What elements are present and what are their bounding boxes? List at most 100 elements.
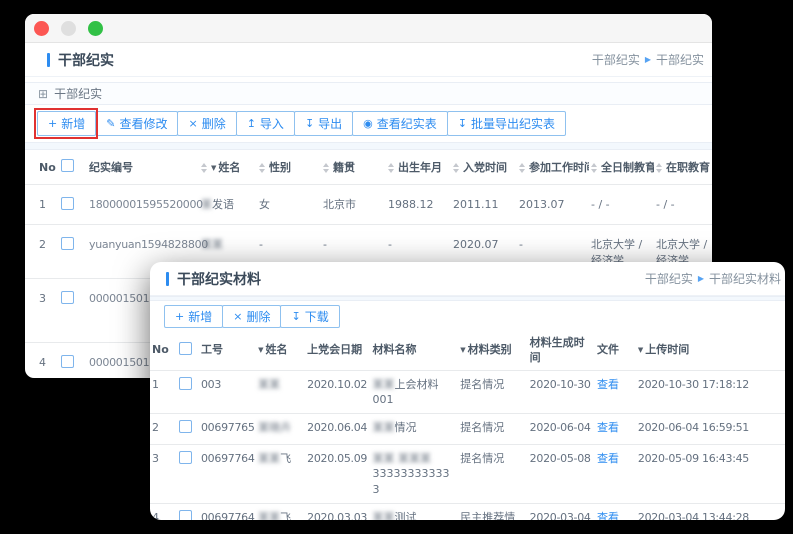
- delete-button[interactable]: × 删除: [222, 305, 281, 328]
- toolbar: + 新增 × 删除 ↧ 下载: [150, 301, 785, 332]
- name-cell: 某发语: [199, 185, 257, 225]
- filter-icon[interactable]: ▼: [460, 346, 465, 354]
- table-header-row: No 纪实编号 ▼姓名 性别 籍贯 出生年月 入党时间 参加工作时间 全日制教育…: [25, 150, 712, 185]
- column-header-onjob-education[interactable]: 在职教育: [654, 150, 712, 185]
- breadcrumb-item: 干部纪实: [656, 51, 704, 68]
- table-row: 1 003 某某 2020.10.02 某某上会材料001 提名情况 2020-…: [150, 370, 785, 414]
- sort-icon[interactable]: [388, 163, 394, 173]
- toolbar: + 新增 ✎ 查看修改 × 删除 ↥ 导入 ↧ 导出 ◉ 查看纪实表 ↧ 批量导…: [25, 105, 712, 142]
- page-title: 干部纪实材料: [166, 269, 261, 289]
- sort-icon[interactable]: [656, 163, 662, 173]
- add-button[interactable]: + 新增: [164, 305, 223, 328]
- breadcrumb: 干部纪实 ▶ 干部纪实: [592, 51, 704, 68]
- import-button[interactable]: ↥ 导入: [236, 111, 295, 136]
- eye-icon: ◉: [363, 118, 373, 129]
- column-header-no: No: [150, 332, 177, 370]
- close-button[interactable]: [34, 21, 49, 36]
- table-header-row: No 工号 ▼姓名 上党会日期 材料名称 ▼材料类别 材料生成时间 文件 ▼上传…: [150, 332, 785, 370]
- annotation-highlight-box: + 新增: [37, 111, 95, 136]
- close-icon: ×: [188, 118, 197, 129]
- row-checkbox[interactable]: [61, 355, 74, 368]
- material-name-cell: 某某 某某某333333333333: [370, 444, 458, 503]
- view-file-link[interactable]: 查看: [597, 452, 619, 465]
- chevron-right-icon: ▶: [645, 55, 651, 64]
- section-bar: ⊞ 干部纪实: [25, 82, 712, 105]
- column-header-party-join-date[interactable]: 入党时间: [451, 150, 517, 185]
- view-file-link[interactable]: 查看: [597, 378, 619, 391]
- view-record-table-button[interactable]: ◉ 查看纪实表: [352, 111, 448, 136]
- column-header-meeting-date: 上党会日期: [305, 332, 370, 370]
- column-header-material-name: 材料名称: [370, 332, 458, 370]
- row-checkbox[interactable]: [179, 420, 192, 433]
- row-checkbox[interactable]: [179, 451, 192, 464]
- filter-icon[interactable]: ▼: [638, 346, 643, 354]
- row-checkbox[interactable]: [61, 237, 74, 250]
- table-row: 4 00697764 某某飞 2020.03.03 某某测试 民主推荐情况 20…: [150, 504, 785, 520]
- upload-icon: ↥: [247, 118, 256, 129]
- filter-icon[interactable]: ▼: [258, 346, 263, 354]
- breadcrumb-item[interactable]: 干部纪实: [592, 51, 640, 68]
- column-header-name[interactable]: ▼姓名: [256, 332, 305, 370]
- page-header: 干部纪实 干部纪实 ▶ 干部纪实: [25, 43, 712, 77]
- divider: [25, 142, 712, 150]
- name-cell: 某某: [256, 370, 305, 414]
- column-header-fulltime-education[interactable]: 全日制教育: [589, 150, 654, 185]
- filter-icon[interactable]: ▼: [211, 164, 216, 172]
- download-icon: ↧: [458, 118, 467, 129]
- maximize-button[interactable]: [88, 21, 103, 36]
- minimize-button[interactable]: [61, 21, 76, 36]
- breadcrumb-item: 干部纪实材料: [709, 270, 781, 287]
- titlebar: [25, 14, 712, 43]
- material-name-cell: 某某测试: [370, 504, 458, 520]
- table-row: 2 00697765 某晓卉 2020.06.04 某某情况 提名情况 2020…: [150, 414, 785, 444]
- name-cell: 某晓卉: [256, 414, 305, 444]
- page-title: 干部纪实: [47, 50, 114, 70]
- plus-icon: +: [175, 311, 184, 322]
- export-button[interactable]: ↧ 导出: [294, 111, 353, 136]
- column-header-native-place[interactable]: 籍贯: [321, 150, 386, 185]
- column-header-work-start-date[interactable]: 参加工作时间: [517, 150, 589, 185]
- material-name-cell: 某某情况: [370, 414, 458, 444]
- column-header-no: No: [25, 150, 59, 185]
- plus-icon: +: [48, 118, 57, 129]
- column-header-select: [177, 332, 199, 370]
- page-header: 干部纪实材料 干部纪实 ▶ 干部纪实材料: [150, 262, 785, 296]
- view-file-link[interactable]: 查看: [597, 421, 619, 434]
- breadcrumb-item[interactable]: 干部纪实: [645, 270, 693, 287]
- table-grid-icon: ⊞: [38, 87, 48, 101]
- row-checkbox[interactable]: [61, 197, 74, 210]
- material-name-cell: 某某上会材料001: [370, 370, 458, 414]
- delete-button[interactable]: × 删除: [177, 111, 236, 136]
- sort-icon[interactable]: [201, 163, 207, 173]
- column-header-birth-date[interactable]: 出生年月: [386, 150, 451, 185]
- column-header-gender[interactable]: 性别: [257, 150, 321, 185]
- select-all-checkbox[interactable]: [179, 342, 192, 355]
- download-button[interactable]: ↧ 下载: [280, 305, 339, 328]
- edit-icon: ✎: [106, 118, 115, 129]
- sort-icon[interactable]: [323, 163, 329, 173]
- sort-icon[interactable]: [453, 163, 459, 173]
- column-header-generated-time: 材料生成时间: [528, 332, 595, 370]
- chevron-right-icon: ▶: [698, 274, 704, 283]
- row-checkbox[interactable]: [61, 291, 74, 304]
- name-cell: 某某飞: [256, 444, 305, 503]
- material-table: No 工号 ▼姓名 上党会日期 材料名称 ▼材料类别 材料生成时间 文件 ▼上传…: [150, 332, 785, 520]
- select-all-checkbox[interactable]: [61, 159, 74, 172]
- title-accent-bar: [47, 53, 50, 67]
- table-row: 3 00697764 某某飞 2020.05.09 某某 某某某33333333…: [150, 444, 785, 503]
- sort-icon[interactable]: [259, 163, 265, 173]
- batch-export-record-table-button[interactable]: ↧ 批量导出纪实表: [447, 111, 566, 136]
- column-header-employee-id: 工号: [199, 332, 256, 370]
- sort-icon[interactable]: [519, 163, 525, 173]
- view-edit-button[interactable]: ✎ 查看修改: [95, 111, 178, 136]
- add-button[interactable]: + 新增: [37, 111, 96, 136]
- sort-icon[interactable]: [591, 163, 597, 173]
- column-header-name[interactable]: ▼姓名: [199, 150, 257, 185]
- column-header-upload-time[interactable]: ▼上传时间: [636, 332, 785, 370]
- download-icon: ↧: [305, 118, 314, 129]
- row-checkbox[interactable]: [179, 510, 192, 520]
- view-file-link[interactable]: 查看: [597, 511, 619, 520]
- column-header-material-category[interactable]: ▼材料类别: [458, 332, 527, 370]
- name-cell: 某某飞: [256, 504, 305, 520]
- row-checkbox[interactable]: [179, 377, 192, 390]
